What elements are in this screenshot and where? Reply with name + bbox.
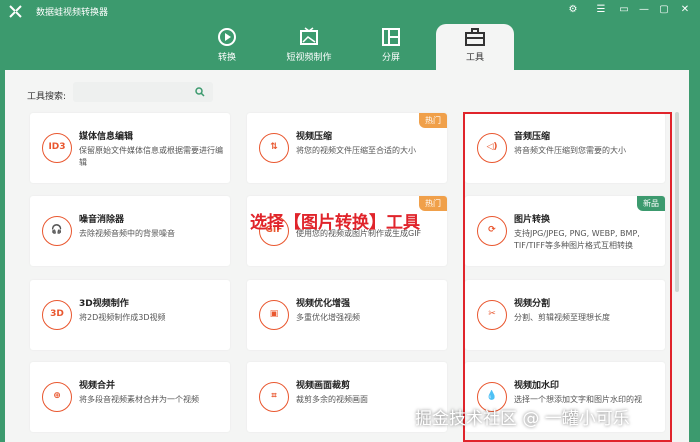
card-desc: 将您的视频文件压缩至合适的大小 <box>296 146 416 155</box>
tab-label: 短视频制作 <box>286 53 332 63</box>
hot-badge: 热门 <box>419 113 447 128</box>
card-noise-remover[interactable]: 🎧 噪音消除器 去除视频音频中的背景噪音 <box>30 196 230 266</box>
card-title: 视频画面裁剪 <box>296 381 351 391</box>
search-icon[interactable] <box>195 87 205 97</box>
tab-label: 工具 <box>465 53 484 63</box>
crop-icon: ⌗ <box>259 382 289 412</box>
card-title: 视频优化增强 <box>296 299 351 309</box>
title-bar: 数据蛙视频转换器 ⚙ ☰ ▭ — ▢ ✕ <box>0 0 700 22</box>
tool-search-input[interactable] <box>73 82 213 102</box>
card-video-merge[interactable]: ⊕ 视频合并 将多段音视频素材合并为一个视频 <box>30 362 230 432</box>
card-title: 视频合并 <box>79 381 116 391</box>
card-title: 3D视频制作 <box>79 299 129 309</box>
card-title: 视频压缩 <box>296 132 333 142</box>
app-logo-icon <box>9 5 22 18</box>
menu-icon[interactable]: ☰ <box>594 3 608 17</box>
toolbox-icon <box>465 28 485 46</box>
card-desc: 多重优化增强视频 <box>296 313 360 322</box>
tab-label: 转换 <box>217 53 236 63</box>
id3-icon: ID3 <box>42 133 72 163</box>
close-button[interactable]: ✕ <box>678 3 692 17</box>
card-video-enhance[interactable]: ▣ 视频优化增强 多重优化增强视频 <box>247 280 447 350</box>
search-label: 工具搜索: <box>27 92 67 102</box>
scrollbar[interactable] <box>675 112 679 292</box>
card-desc: 保留原始文件媒体信息或根据需要进行编辑 <box>79 146 223 167</box>
merge-icon: ⊕ <box>42 382 72 412</box>
tab-label: 分屏 <box>381 53 400 63</box>
maximize-button[interactable]: ▢ <box>657 3 671 17</box>
split-screen-icon <box>382 28 400 46</box>
3d-icon: 3D <box>42 300 72 330</box>
annotation-text: 选择【图片转换】工具 <box>250 213 420 233</box>
site-watermark: 掘金技术社区 @ 一罐小可乐 <box>415 409 630 429</box>
card-title: 媒体信息编辑 <box>79 132 134 142</box>
enhance-icon: ▣ <box>259 300 289 330</box>
minimize-button[interactable]: — <box>637 3 651 17</box>
tab-tools[interactable]: 工具 <box>436 24 514 70</box>
tab-split-screen[interactable]: 分屏 <box>352 24 430 70</box>
settings-icon[interactable]: ⚙ <box>566 3 580 17</box>
main-nav: 转换 短视频制作 分屏 工具 <box>0 22 700 70</box>
card-media-info-edit[interactable]: ID3 媒体信息编辑 保留原始文件媒体信息或根据需要进行编辑 <box>30 113 230 183</box>
card-desc: 去除视频音频中的背景噪音 <box>79 229 175 238</box>
tv-icon <box>300 27 318 45</box>
convert-icon <box>218 28 236 46</box>
highlight-box <box>463 112 672 442</box>
compress-icon: ⇅ <box>259 133 289 163</box>
feedback-icon[interactable]: ▭ <box>617 3 631 17</box>
tab-convert[interactable]: 转换 <box>188 24 266 70</box>
card-3d-video[interactable]: 3D 3D视频制作 将2D视频制作成3D视频 <box>30 280 230 350</box>
app-title: 数据蛙视频转换器 <box>36 8 109 18</box>
card-video-compress[interactable]: ⇅ 视频压缩 将您的视频文件压缩至合适的大小 热门 <box>247 113 447 183</box>
card-title: 噪音消除器 <box>79 215 125 225</box>
card-desc: 将2D视频制作成3D视频 <box>79 313 166 322</box>
hot-badge: 热门 <box>419 196 447 211</box>
tab-short-video[interactable]: 短视频制作 <box>270 24 348 70</box>
headphones-icon: 🎧 <box>42 216 72 246</box>
card-desc: 将多段音视频素材合并为一个视频 <box>79 395 199 404</box>
